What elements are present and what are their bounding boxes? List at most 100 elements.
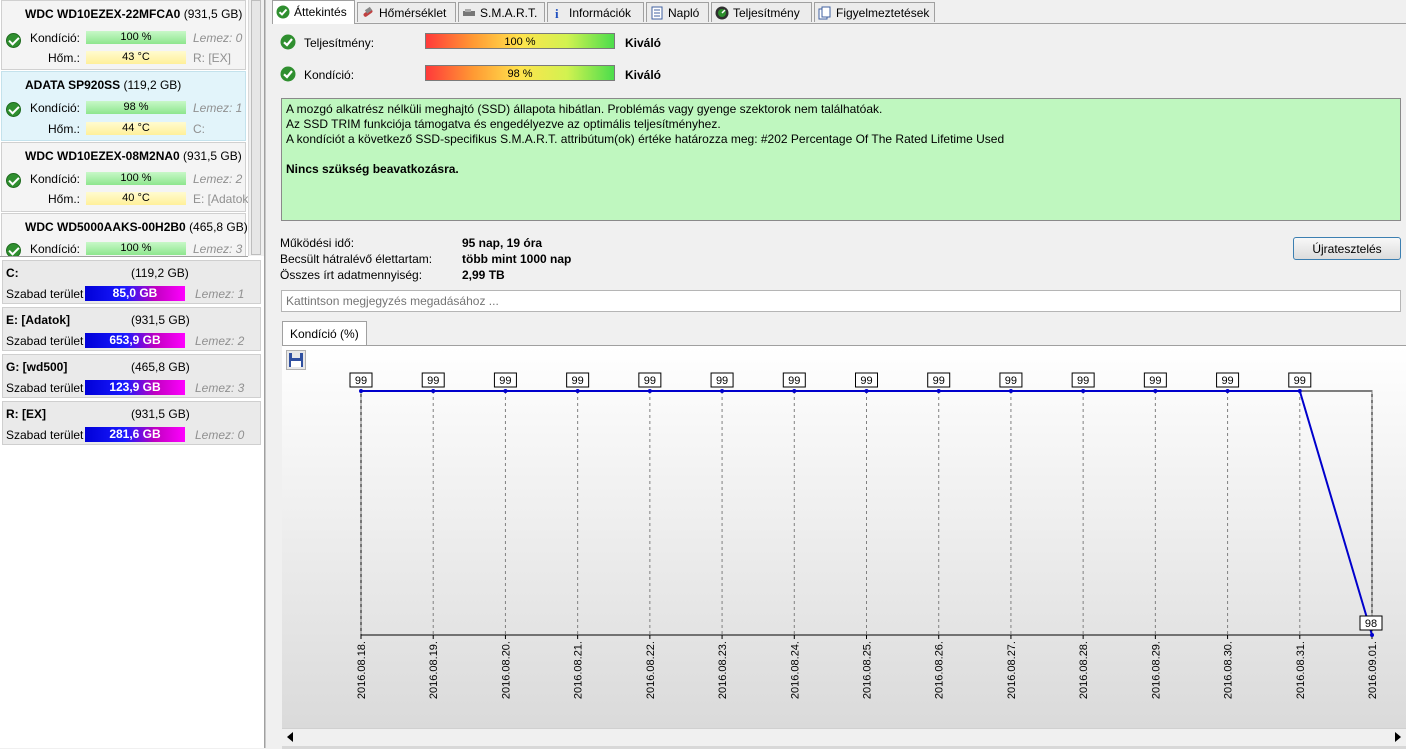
tab-smart[interactable]: S.M.A.R.T. (458, 2, 545, 22)
free-space-bar: 281,6 GB (85, 427, 185, 442)
x-tick-label: 2016.08.30. (1223, 641, 1235, 699)
free-space-bar: 123,9 GB (85, 380, 185, 395)
data-point (1297, 389, 1302, 393)
uptime-label: Működési idő: (280, 236, 355, 250)
disk-model: WDC WD10EZEX-08M2NA0 (25, 149, 180, 163)
tab-temperature[interactable]: Hőmérséklet (357, 2, 456, 22)
volume-size: (931,5 GB) (131, 407, 190, 421)
volume-size: (931,5 GB) (131, 313, 190, 327)
scroll-left-icon[interactable] (287, 732, 293, 742)
free-space-label: Szabad terület (6, 428, 84, 442)
x-tick-label: 2016.08.26. (934, 641, 946, 699)
chart-horizontal-scrollbar[interactable] (282, 728, 1406, 746)
scrollbar-thumb[interactable] (251, 0, 261, 255)
disk-number: Lemez: 3 (195, 381, 245, 395)
data-label: 99 (1077, 375, 1089, 387)
tab-label: Napló (668, 6, 700, 20)
disk-item[interactable]: WDC WD5000AAKS-00H2B0 (465,8 GB) Kondíci… (1, 213, 248, 256)
data-label: 99 (427, 375, 439, 387)
disk-number: Lemez: 0 (195, 428, 245, 442)
data-label: 99 (499, 375, 511, 387)
x-tick-label: 2016.08.25. (862, 641, 874, 699)
remaining-life-value: több mint 1000 nap (462, 252, 572, 266)
tab-label: Figyelmeztetések (836, 6, 930, 20)
tab-label: Teljesítmény (733, 6, 800, 20)
disk-title: WDC WD10EZEX-22MFCA0 (931,5 GB) (25, 7, 242, 21)
x-tick-label: 2016.08.31. (1295, 641, 1307, 699)
performance-rating: Kiváló (625, 36, 662, 50)
x-tick-label: 2016.08.24. (789, 641, 801, 699)
x-tick-label: 2016.08.20. (500, 641, 512, 699)
tab-log[interactable]: Napló (646, 2, 709, 22)
x-tick-label: 2016.09.01. (1367, 641, 1379, 699)
note-input[interactable] (281, 290, 1401, 312)
volume-item[interactable]: R: [EX] (931,5 GB) Szabad terület 281,6 … (2, 401, 261, 445)
health-bar: 98 % (86, 101, 186, 114)
check-icon (6, 33, 21, 48)
data-label: 99 (716, 375, 728, 387)
data-point (936, 389, 941, 393)
drive-letter: E: [Adatok (193, 192, 248, 206)
data-label: 99 (644, 375, 656, 387)
temp-bar: 44 °C (86, 122, 186, 135)
smart-icon (463, 9, 475, 16)
tab-label: Hőmérséklet (379, 6, 447, 20)
data-label: 99 (860, 375, 872, 387)
disk-size: (931,5 GB) (183, 7, 243, 21)
performance-bar: 100 % (425, 33, 615, 49)
check-icon (6, 102, 21, 117)
data-label: 99 (788, 375, 800, 387)
drive-letter: R: [EX] (193, 51, 232, 65)
data-point (647, 389, 652, 393)
tab-performance[interactable]: Teljesítmény (711, 2, 812, 22)
health-label: Kondíció: (29, 172, 80, 186)
volume-item[interactable]: G: [wd500] (465,8 GB) Szabad terület 123… (2, 354, 261, 398)
disk-title: WDC WD10EZEX-08M2NA0 (931,5 GB) (25, 149, 242, 163)
data-label: 99 (1221, 375, 1233, 387)
retest-button[interactable]: Újratesztelés (1293, 237, 1401, 260)
disk-item-selected[interactable]: ADATA SP920SS (119,2 GB) Kondíció: 98 % … (1, 71, 246, 141)
health-bar: 98 % (425, 65, 615, 81)
disk-title: ADATA SP920SS (119,2 GB) (25, 78, 181, 92)
x-tick-label: 2016.08.19. (428, 641, 440, 699)
tab-alerts[interactable]: Figyelmeztetések (814, 2, 935, 22)
x-tick-label: 2016.08.23. (717, 641, 729, 699)
tab-overview[interactable]: Áttekintés (272, 0, 355, 24)
volume-name: G: [wd500] (6, 360, 68, 374)
temp-label: Hőm.: (47, 192, 80, 206)
disk-list: WDC WD10EZEX-22MFCA0 (931,5 GB) Kondíció… (0, 0, 248, 257)
disk-model: ADATA SP920SS (25, 78, 121, 92)
svg-text:i: i (555, 6, 559, 20)
free-space-label: Szabad terület (6, 287, 84, 301)
temp-bar: 43 °C (86, 51, 186, 64)
volume-item[interactable]: C: (119,2 GB) Szabad terület 85,0 GB Lem… (2, 260, 261, 304)
health-bar: 100 % (86, 172, 186, 185)
chart-tab-health[interactable]: Kondíció (%) (282, 321, 367, 345)
x-tick-label: 2016.08.22. (645, 641, 657, 699)
data-point (1225, 389, 1230, 393)
disk-item[interactable]: WDC WD10EZEX-22MFCA0 (931,5 GB) Kondíció… (1, 0, 246, 70)
check-icon (280, 66, 296, 82)
disk-number: Lemez: 1 (193, 101, 243, 115)
health-label: Kondíció: (304, 68, 355, 82)
data-point (792, 389, 797, 393)
volume-size: (119,2 GB) (131, 266, 189, 280)
disk-item[interactable]: WDC WD10EZEX-08M2NA0 (931,5 GB) Kondíció… (1, 142, 248, 212)
data-point (864, 389, 869, 393)
health-label: Kondíció: (29, 242, 80, 256)
save-chart-button[interactable] (286, 350, 306, 370)
tab-label: Áttekintés (294, 5, 347, 19)
panel-splitter[interactable] (265, 0, 272, 748)
scroll-right-icon[interactable] (1395, 732, 1401, 742)
health-line-chart: 2016.08.18. 2016.08.19. 2016.08.20. 2016.08… (349, 372, 1383, 699)
data-label: 99 (1149, 375, 1161, 387)
disk-list-scrollbar[interactable] (248, 0, 264, 256)
log-icon (651, 6, 663, 20)
info-conclusion: Nincs szükség beavatkozásra. (286, 162, 459, 176)
tab-information[interactable]: i Információk (547, 2, 644, 22)
info-line: A kondíciót a következő SSD-specifikus S… (286, 132, 1005, 146)
chart-area: 2016.08.18. 2016.08.19. 2016.08.20. 2016.08… (282, 345, 1406, 749)
health-bar: 100 % (86, 242, 186, 255)
volume-item[interactable]: E: [Adatok] (931,5 GB) Szabad terület 65… (2, 307, 261, 351)
data-point (1370, 633, 1374, 637)
